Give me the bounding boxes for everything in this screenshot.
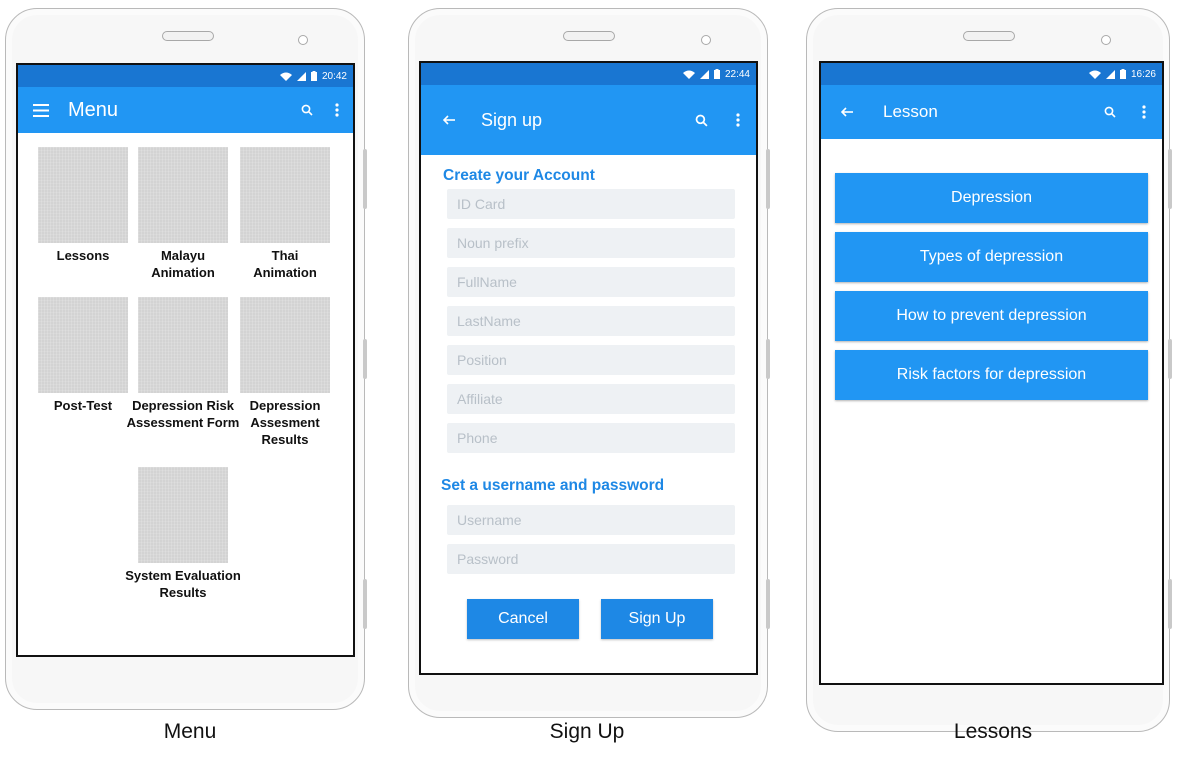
screen: 16:26 Lesson Depression Types of depress…	[819, 61, 1164, 685]
affiliate-field[interactable]: Affiliate	[447, 384, 735, 414]
status-time: 16:26	[1130, 68, 1156, 80]
page-title: Lesson	[883, 102, 938, 121]
caption-menu: Menu	[163, 720, 217, 743]
status-bar: 22:44	[421, 63, 756, 85]
side-button	[766, 579, 770, 629]
tile-label: System Evaluation Results	[125, 568, 241, 600]
phone-lesson: 16:26 Lesson Depression Types of depress…	[806, 8, 1172, 732]
battery-icon	[310, 71, 317, 81]
screen: 22:44 Sign up Create your Account ID Car…	[419, 61, 758, 675]
tile-image	[38, 147, 128, 243]
page-title: Menu	[68, 98, 119, 121]
status-bar: 20:42	[18, 65, 353, 87]
overflow-menu-icon[interactable]	[335, 103, 339, 117]
speaker	[563, 31, 615, 41]
tile-malayu-animation[interactable]: Malayu Animation	[135, 147, 231, 281]
app-bar: Menu	[18, 87, 353, 133]
status-time: 20:42	[321, 70, 347, 82]
back-arrow-icon[interactable]	[841, 107, 853, 117]
cancel-button[interactable]: Cancel	[467, 599, 579, 639]
speaker	[162, 31, 214, 41]
wifi-icon	[279, 72, 292, 81]
search-icon[interactable]	[1104, 106, 1116, 118]
side-button	[1168, 149, 1172, 209]
app-bar: Lesson	[821, 85, 1162, 139]
camera	[701, 35, 711, 45]
tile-thai-animation[interactable]: Thai Animation	[237, 147, 333, 281]
page-title: Sign up	[481, 109, 543, 130]
phone-menu: 20:42 Menu Lessons Malayu Animation Thai…	[5, 8, 367, 710]
phone-signup: 22:44 Sign up Create your Account ID Car…	[408, 8, 770, 718]
lesson-item-risk-factors[interactable]: Risk factors for depression	[835, 350, 1148, 400]
back-arrow-icon[interactable]	[443, 115, 455, 125]
position-field[interactable]: Position	[447, 345, 735, 375]
status-bar: 16:26	[821, 63, 1162, 85]
search-icon[interactable]	[301, 104, 313, 116]
noun-prefix-field[interactable]: Noun prefix	[447, 228, 735, 258]
tile-system-evaluation-results[interactable]: System Evaluation Results	[125, 467, 241, 601]
tile-label: Post-Test	[53, 398, 113, 413]
tile-image	[240, 147, 330, 243]
lesson-item-how-to-prevent-depression[interactable]: How to prevent depression	[835, 291, 1148, 341]
section-heading-account: Create your Account	[443, 167, 595, 184]
side-button	[766, 149, 770, 209]
side-button	[1168, 339, 1172, 379]
side-button	[1168, 579, 1172, 629]
tile-image	[138, 297, 228, 393]
battery-icon	[713, 69, 720, 79]
screen: 20:42 Menu Lessons Malayu Animation Thai…	[16, 63, 355, 657]
battery-icon	[1119, 69, 1126, 79]
speaker	[963, 31, 1015, 41]
tile-lessons[interactable]: Lessons	[35, 147, 131, 264]
tile-depression-assesment-results[interactable]: Depression Assesment Results	[237, 297, 333, 448]
side-button	[363, 339, 367, 379]
signal-icon	[699, 69, 709, 79]
hamburger-icon[interactable]	[32, 103, 50, 117]
signal-icon	[1105, 69, 1115, 79]
camera	[298, 35, 308, 45]
search-icon[interactable]	[695, 114, 708, 127]
tile-label: Depression Risk Assessment Form	[126, 398, 240, 430]
username-field[interactable]: Username	[447, 505, 735, 535]
camera	[1101, 35, 1111, 45]
overflow-menu-icon[interactable]	[1142, 105, 1146, 119]
tile-label: Thai Animation	[253, 248, 317, 280]
tile-image	[38, 297, 128, 393]
caption-sign-up: Sign Up	[549, 720, 625, 743]
sign-up-button[interactable]: Sign Up	[601, 599, 713, 639]
caption-lessons: Lessons	[953, 720, 1033, 743]
tile-image	[138, 467, 228, 563]
id-card-field[interactable]: ID Card	[447, 189, 735, 219]
section-heading-credentials: Set a username and password	[441, 477, 665, 494]
status-time: 22:44	[724, 68, 750, 80]
lesson-item-depression[interactable]: Depression	[835, 173, 1148, 223]
overflow-menu-icon[interactable]	[736, 113, 740, 127]
side-button	[766, 339, 770, 379]
wifi-icon	[1088, 70, 1101, 79]
tile-post-test[interactable]: Post-Test	[35, 297, 131, 414]
tile-label: Depression Assesment Results	[249, 398, 321, 447]
phone-field[interactable]: Phone	[447, 423, 735, 453]
signal-icon	[296, 71, 306, 81]
tile-image	[138, 147, 228, 243]
app-bar: Sign up	[421, 85, 756, 155]
tile-label: Lessons	[56, 248, 110, 263]
tile-depression-risk-assessment-form[interactable]: Depression Risk Assessment Form	[127, 297, 239, 431]
side-button	[363, 149, 367, 209]
lastname-field[interactable]: LastName	[447, 306, 735, 336]
fullname-field[interactable]: FullName	[447, 267, 735, 297]
lesson-item-types-of-depression[interactable]: Types of depression	[835, 232, 1148, 282]
password-field[interactable]: Password	[447, 544, 735, 574]
tile-image	[240, 297, 330, 393]
wifi-icon	[682, 70, 695, 79]
side-button	[363, 579, 367, 629]
tile-label: Malayu Animation	[151, 248, 215, 280]
